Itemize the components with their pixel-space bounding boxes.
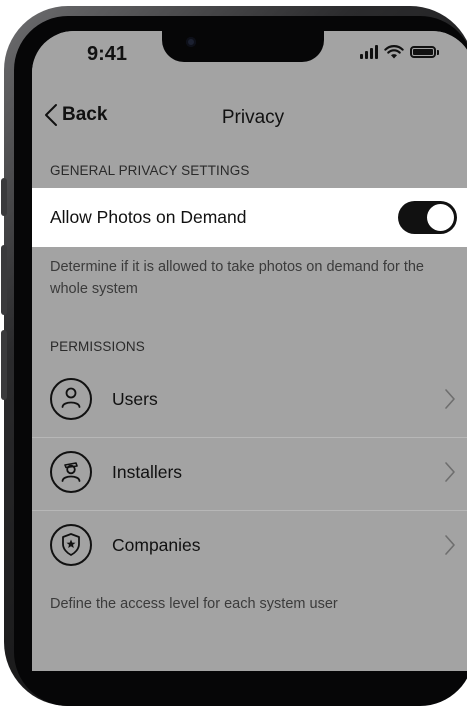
permissions-item-companies[interactable]: Companies — [32, 510, 467, 582]
users-label: Users — [112, 389, 158, 409]
companies-label: Companies — [112, 535, 201, 555]
installers-label: Installers — [112, 462, 183, 482]
phone-screen: 9:41 Back Privacy GENERAL PRIVACY SETTIN… — [32, 31, 467, 671]
cellular-signal-icon — [360, 45, 378, 59]
battery-icon — [410, 46, 439, 58]
front-camera — [186, 37, 196, 47]
permissions-item-users[interactable]: Users — [32, 364, 467, 436]
page-title: Privacy — [221, 107, 285, 128]
status-time: 9:41 — [87, 43, 128, 65]
volume-up-button — [1, 245, 7, 315]
company-shield-icon — [50, 524, 92, 566]
permissions-description: Define the access level for each system … — [50, 596, 338, 612]
phone-notch — [162, 31, 324, 62]
status-icons — [360, 45, 439, 59]
wifi-icon — [384, 45, 404, 59]
allow-photos-label: Allow Photos on Demand — [50, 207, 247, 227]
toggle-knob — [427, 204, 454, 231]
section-header-general: GENERAL PRIVACY SETTINGS — [50, 163, 250, 178]
chevron-right-icon — [445, 535, 455, 555]
user-icon — [50, 378, 92, 420]
installer-icon — [50, 451, 92, 493]
settings-content: GENERAL PRIVACY SETTINGS Allow Photos on… — [32, 128, 467, 668]
permissions-item-installers[interactable]: Installers — [32, 437, 467, 509]
chevron-right-icon — [445, 389, 455, 409]
chevron-right-icon — [445, 462, 455, 482]
allow-photos-row: Allow Photos on Demand — [32, 188, 467, 247]
volume-down-button — [1, 330, 7, 400]
general-description: Determine if it is allowed to take photo… — [50, 259, 424, 297]
section-header-permissions: PERMISSIONS — [50, 339, 145, 354]
mute-switch — [1, 178, 7, 216]
allow-photos-toggle[interactable] — [398, 201, 457, 234]
